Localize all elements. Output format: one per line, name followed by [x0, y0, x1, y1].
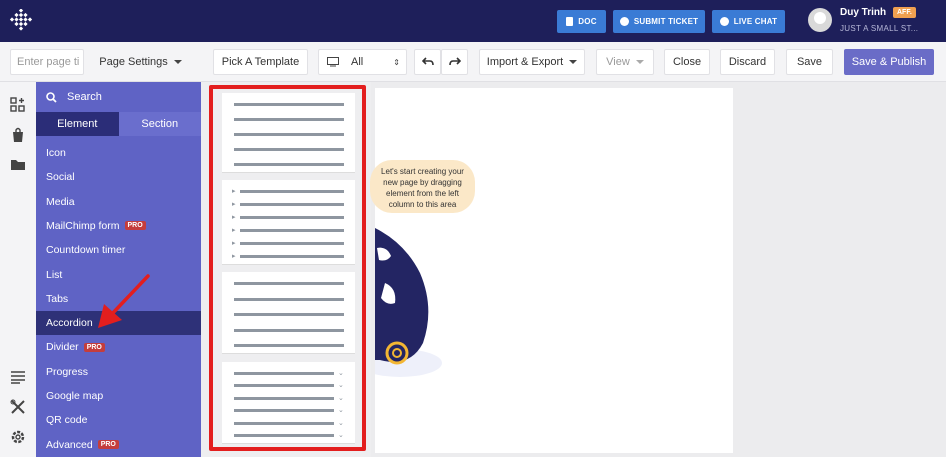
element-item-mailchimp-form[interactable]: MailChimp form PRO: [36, 214, 201, 238]
panel-tabs: Element Section: [36, 112, 201, 136]
add-element-icon[interactable]: [10, 97, 26, 113]
aff-badge: AFF.: [893, 7, 916, 18]
view-dropdown[interactable]: View: [596, 49, 654, 75]
page-title-input[interactable]: Enter page ti: [10, 49, 84, 75]
doc-button[interactable]: DOC: [557, 10, 606, 33]
element-item-advanced[interactable]: Advanced PRO: [36, 433, 201, 457]
chat-icon: [719, 17, 729, 26]
element-item-qr-code[interactable]: QR code: [36, 408, 201, 432]
element-search[interactable]: Search: [36, 82, 201, 112]
discard-button[interactable]: Discard: [720, 49, 775, 75]
close-button[interactable]: Close: [664, 49, 710, 75]
chevron-down-icon: [635, 60, 644, 64]
save-publish-button[interactable]: Save & Publish: [844, 49, 934, 75]
select-arrows-icon: ⇕: [393, 57, 400, 67]
save-button[interactable]: Save: [786, 49, 833, 75]
avatar[interactable]: [808, 8, 832, 32]
undo-button[interactable]: [414, 49, 441, 75]
logo-icon[interactable]: [9, 9, 33, 33]
redo-button[interactable]: [441, 49, 468, 75]
mascot-illustration: [375, 228, 442, 377]
element-item-divider[interactable]: Divider PRO: [36, 335, 201, 359]
pick-template-button[interactable]: Pick A Template: [213, 49, 308, 75]
import-export-dropdown[interactable]: Import & Export: [479, 49, 585, 75]
search-input[interactable]: Search: [67, 91, 102, 103]
undo-icon: [421, 57, 434, 66]
gear-icon[interactable]: [10, 429, 26, 445]
pro-badge: PRO: [124, 221, 146, 231]
store-name: JUST A SMALL ST...: [840, 24, 919, 33]
chevron-down-icon: [569, 60, 578, 64]
editor-toolbar: Enter page ti Page Settings Pick A Templ…: [0, 42, 946, 82]
hint-bubble: Let's start creating your new page by dr…: [370, 160, 475, 213]
element-item-icon[interactable]: Icon: [36, 141, 201, 165]
pro-badge: PRO: [97, 440, 119, 450]
pro-badge: PRO: [83, 342, 105, 352]
layers-list-icon[interactable]: [10, 369, 26, 385]
shopify-bag-icon[interactable]: [10, 127, 26, 143]
page-settings-dropdown[interactable]: Page Settings: [91, 49, 190, 75]
top-bar: DOC SUBMIT TICKET LIVE CHAT Duy Trinh AF…: [0, 0, 946, 42]
folder-icon[interactable]: [10, 157, 26, 173]
tab-element[interactable]: Element: [36, 112, 119, 136]
element-item-google-map[interactable]: Google map: [36, 384, 201, 408]
live-chat-button[interactable]: LIVE CHAT: [712, 10, 785, 33]
redo-icon: [448, 57, 461, 66]
user-name: Duy Trinh: [840, 7, 887, 18]
desktop-icon: [327, 57, 339, 67]
lifebuoy-icon: [619, 17, 629, 26]
element-item-countdown-timer[interactable]: Countdown timer: [36, 238, 201, 262]
red-arrow-annotation: [98, 274, 150, 328]
search-icon: [46, 91, 57, 103]
tab-section[interactable]: Section: [118, 112, 201, 136]
left-icon-rail: [0, 82, 36, 457]
submit-ticket-button[interactable]: SUBMIT TICKET: [613, 10, 705, 33]
highlight-box: [209, 85, 366, 451]
device-select[interactable]: All ⇕: [318, 49, 407, 75]
element-item-progress[interactable]: Progress: [36, 360, 201, 384]
chevron-down-icon: [173, 60, 182, 64]
page-canvas[interactable]: [375, 88, 733, 453]
element-item-media[interactable]: Media: [36, 190, 201, 214]
element-item-social[interactable]: Social: [36, 165, 201, 189]
tools-icon[interactable]: [10, 399, 26, 415]
document-icon: [566, 17, 574, 26]
